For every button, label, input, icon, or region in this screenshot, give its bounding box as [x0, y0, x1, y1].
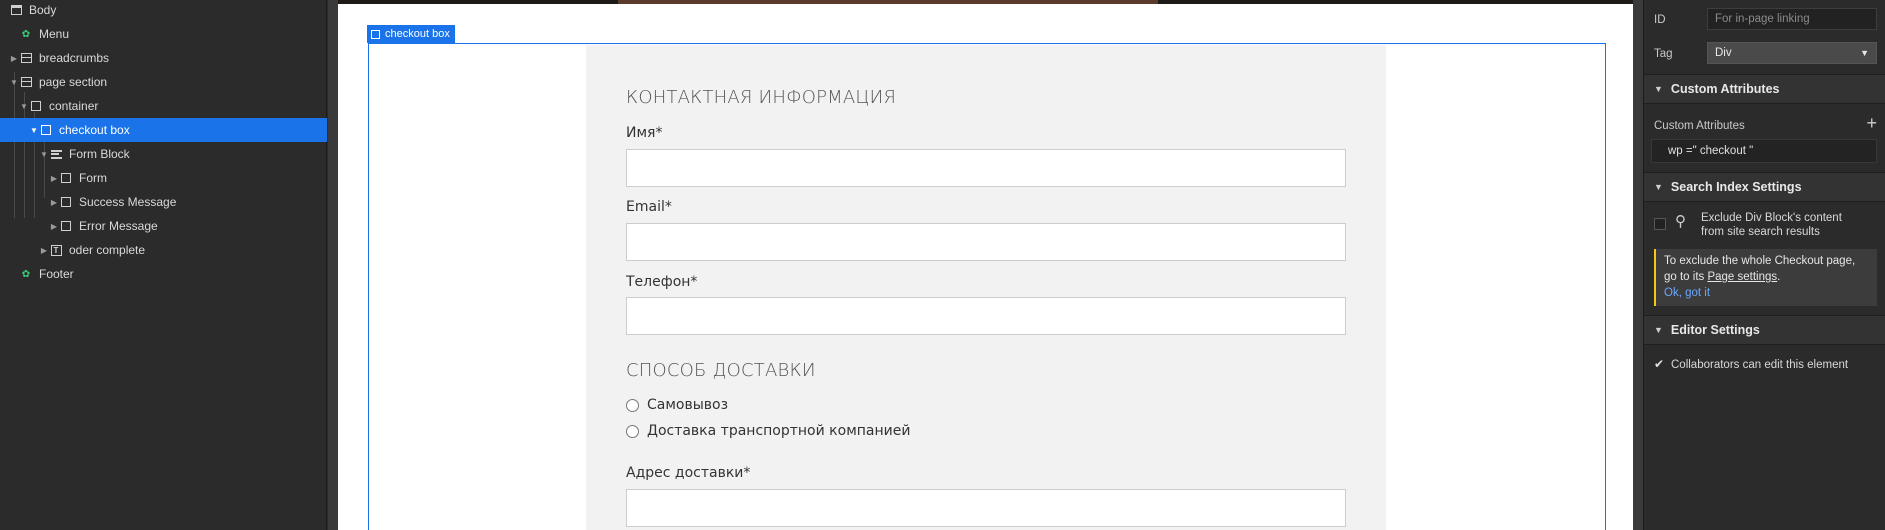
nav-item-form-block[interactable]: ▼ Form Block: [0, 142, 327, 166]
editor-settings-section-header[interactable]: ▼ Editor Settings: [1644, 315, 1885, 345]
nav-item-menu[interactable]: ✿ Menu: [0, 22, 327, 46]
expand-right-icon[interactable]: ▶: [49, 198, 59, 207]
div-block-icon: [59, 171, 73, 185]
custom-attributes-label: Custom Attributes: [1654, 120, 1745, 132]
nav-item-error-message[interactable]: ▶ Error Message: [0, 214, 327, 238]
hero-image-edge: [338, 0, 1633, 4]
email-input[interactable]: [626, 223, 1346, 261]
component-icon: ✿: [21, 28, 31, 40]
designer-window: Body ✿ Menu ▶ breadcrumbs ▼ page section…: [0, 0, 1885, 530]
chevron-down-icon: ▼: [1860, 48, 1869, 58]
nav-item-breadcrumbs[interactable]: ▶ breadcrumbs: [0, 46, 327, 70]
expand-right-icon[interactable]: ▶: [49, 174, 59, 183]
nav-item-success-message[interactable]: ▶ Success Message: [0, 190, 327, 214]
nav-item-page-section[interactable]: ▼ page section: [0, 70, 327, 94]
radio-transport-company[interactable]: Доставка транспортной компанией: [626, 423, 910, 439]
radio-pickup[interactable]: Самовывоз: [626, 397, 728, 413]
page-settings-link[interactable]: Page settings: [1707, 271, 1777, 283]
div-block-icon: [39, 123, 53, 137]
collaborators-label: Collaborators can edit this element: [1671, 359, 1849, 371]
custom-attributes-section-header[interactable]: ▼ Custom Attributes: [1644, 74, 1885, 104]
id-input[interactable]: For in-page linking: [1707, 8, 1877, 30]
section-icon: [19, 75, 33, 89]
nav-item-checkout-box[interactable]: ▼ checkout box: [0, 118, 327, 142]
name-input[interactable]: [626, 149, 1346, 187]
expand-down-icon[interactable]: ▼: [19, 102, 29, 111]
phone-label: Телефон*: [626, 274, 698, 290]
exclude-search-checkbox[interactable]: [1654, 218, 1666, 230]
nav-item-footer[interactable]: ✿ Footer: [0, 262, 327, 286]
tag-label: Tag: [1654, 48, 1673, 60]
tag-select[interactable]: Div ▼: [1707, 42, 1877, 64]
delivery-heading: СПОСОБ ДОСТАВКИ: [626, 360, 816, 381]
add-attribute-plus-icon[interactable]: +: [1866, 113, 1877, 134]
expand-down-icon[interactable]: ▼: [39, 150, 49, 159]
div-block-icon: [59, 195, 73, 209]
info-line-2: go to its Page settings.: [1664, 271, 1781, 283]
component-icon: ✿: [21, 268, 31, 280]
address-label: Адрес доставки*: [626, 465, 751, 481]
search-exclude-icon: ⚲: [1675, 213, 1686, 230]
selected-element-badge[interactable]: checkout box: [367, 25, 455, 43]
email-label: Email*: [626, 199, 672, 215]
expand-right-icon[interactable]: ▶: [9, 54, 19, 63]
expand-right-icon[interactable]: ▶: [49, 222, 59, 231]
radio-button[interactable]: [626, 398, 639, 412]
checkout-form-box[interactable]: КОНТАКТНАЯ ИНФОРМАЦИЯ Имя* Email* Телефо…: [586, 45, 1386, 530]
navigator-panel: Body ✿ Menu ▶ breadcrumbs ▼ page section…: [0, 0, 327, 530]
text-block-icon: T: [49, 243, 63, 257]
exclude-search-label: Exclude Div Block's content from site se…: [1701, 212, 1842, 238]
checkmark-icon[interactable]: ✔: [1654, 357, 1664, 371]
id-label: ID: [1654, 14, 1666, 26]
ok-got-it-link[interactable]: Ok, got it: [1664, 285, 1869, 301]
page-preview[interactable]: checkout box КОНТАКТНАЯ ИНФОРМАЦИЯ Имя* …: [338, 0, 1633, 530]
name-label: Имя*: [626, 125, 663, 141]
contact-heading: КОНТАКТНАЯ ИНФОРМАЦИЯ: [626, 87, 897, 108]
body-icon: [9, 3, 23, 17]
caret-down-icon: ▼: [1654, 84, 1663, 94]
custom-attribute-row[interactable]: wp =" checkout ": [1651, 139, 1877, 163]
search-index-section-header[interactable]: ▼ Search Index Settings: [1644, 172, 1885, 202]
caret-down-icon: ▼: [1654, 325, 1663, 335]
search-index-info-box: To exclude the whole Checkout page, go t…: [1654, 249, 1877, 306]
phone-input[interactable]: [626, 297, 1346, 335]
expand-right-icon[interactable]: ▶: [39, 246, 49, 255]
nav-item-body[interactable]: Body: [0, 0, 327, 22]
design-canvas[interactable]: checkout box КОНТАКТНАЯ ИНФОРМАЦИЯ Имя* …: [328, 0, 1643, 530]
nav-item-oder-complete[interactable]: ▶ T oder complete: [0, 238, 327, 262]
expand-down-icon[interactable]: ▼: [29, 126, 39, 135]
nav-item-container[interactable]: ▼ container: [0, 94, 327, 118]
div-block-icon: [371, 29, 380, 39]
radio-button[interactable]: [626, 424, 639, 438]
caret-down-icon: ▼: [1654, 182, 1663, 192]
div-block-icon: [29, 99, 43, 113]
div-block-icon: [59, 219, 73, 233]
element-settings-panel: ID For in-page linking Tag Div ▼ ▼ Custo…: [1643, 0, 1885, 530]
form-block-icon: [49, 147, 63, 161]
nav-item-form[interactable]: ▶ Form: [0, 166, 327, 190]
expand-down-icon[interactable]: ▼: [9, 78, 19, 87]
address-input[interactable]: [626, 489, 1346, 527]
section-icon: [19, 51, 33, 65]
